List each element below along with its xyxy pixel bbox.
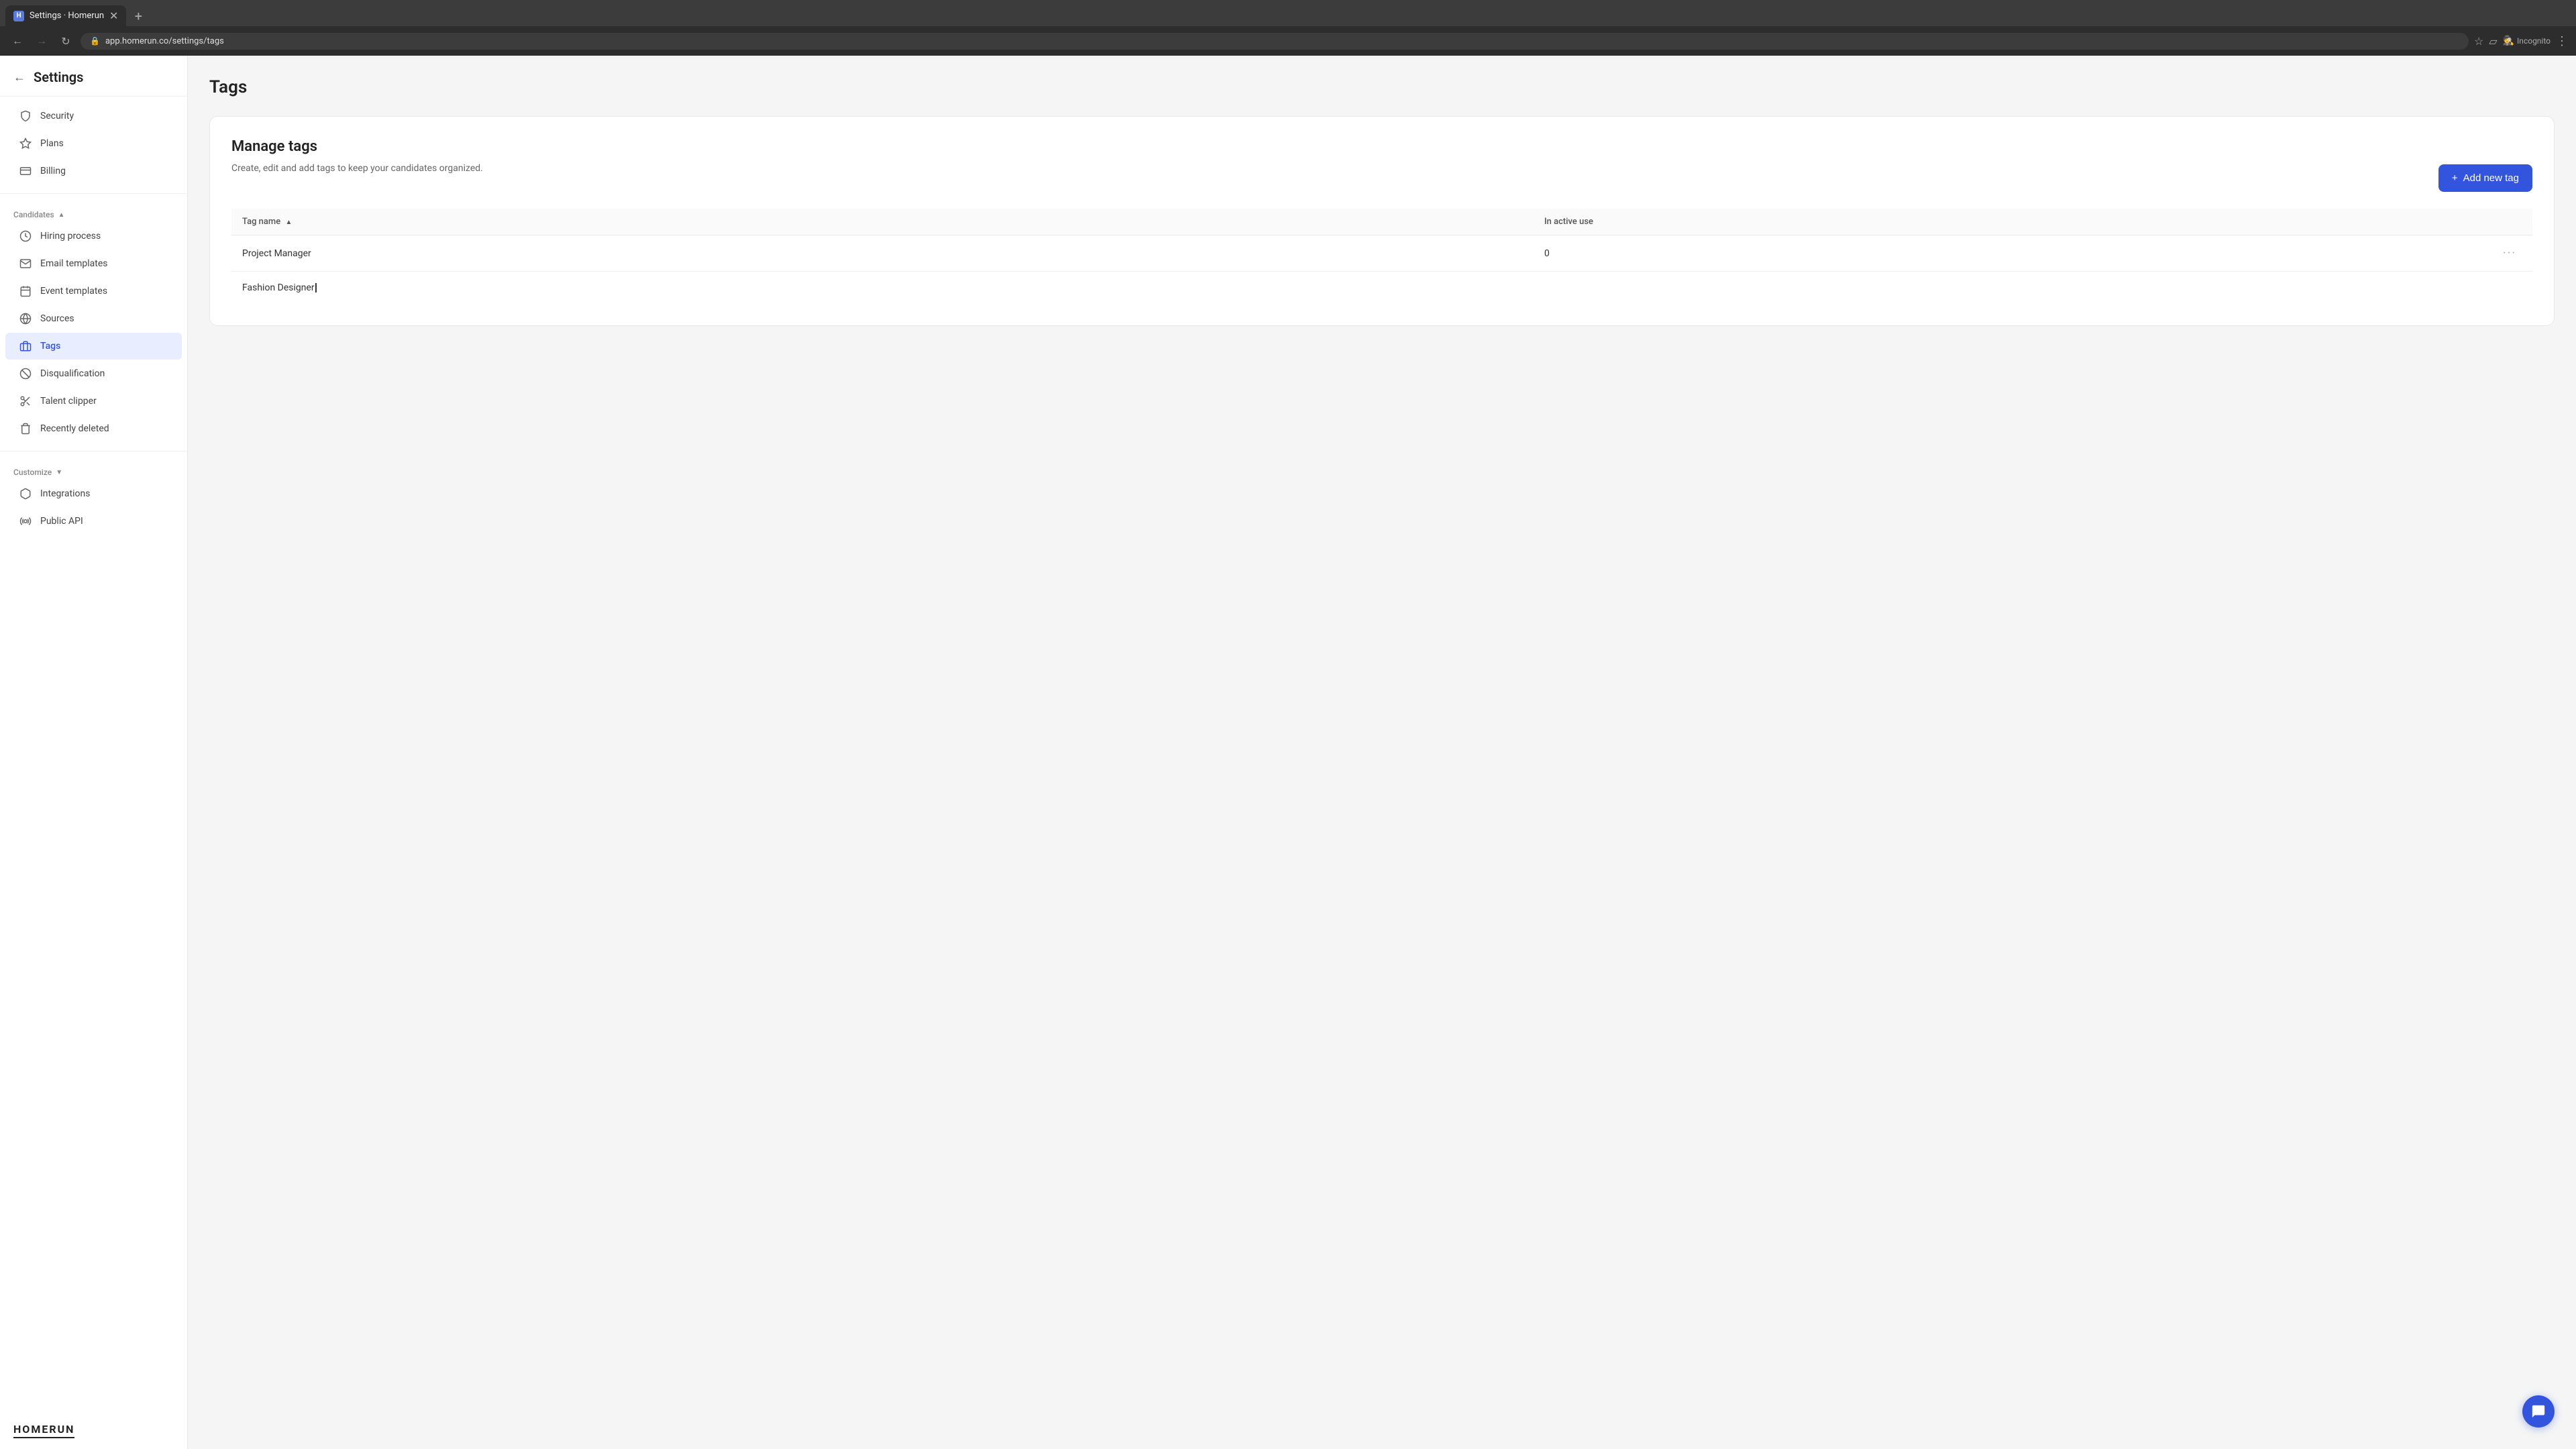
browser-tabs: H Settings · Homerun ✕ + bbox=[0, 0, 2576, 26]
candidates-section: Candidates ▲ Hiring process Email templa… bbox=[0, 197, 187, 448]
sidebar-item-event-templates[interactable]: Event templates bbox=[5, 278, 182, 305]
add-new-tag-button[interactable]: + Add new tag bbox=[2438, 164, 2532, 192]
table-row: Fashion Designer bbox=[231, 272, 2532, 305]
sidebar-item-label: Disqualification bbox=[40, 368, 105, 379]
tags-icon bbox=[19, 339, 32, 353]
add-icon: + bbox=[2452, 172, 2458, 184]
page-title: Tags bbox=[209, 77, 2555, 97]
browser-toolbar: ← → ↻ 🔒 app.homerun.co/settings/tags ☆ ▱… bbox=[0, 26, 2576, 56]
browser-chrome: H Settings · Homerun ✕ + ← → ↻ 🔒 app.hom… bbox=[0, 0, 2576, 56]
tab-favicon: H bbox=[13, 11, 24, 21]
card-description: Create, edit and add tags to keep your c… bbox=[231, 163, 483, 174]
row-actions-button[interactable]: ··· bbox=[2503, 246, 2516, 260]
disqualification-icon bbox=[19, 367, 32, 380]
hiring-process-icon bbox=[19, 229, 32, 243]
in-active-use-column-header: In active use bbox=[1534, 209, 2492, 235]
sidebar-item-label: Public API bbox=[40, 516, 83, 527]
sidebar-header: ← Settings bbox=[0, 56, 187, 97]
sidebar-item-label: Talent clipper bbox=[40, 396, 97, 407]
shield-icon bbox=[19, 109, 32, 123]
customize-section-label: Customize ▼ bbox=[0, 460, 187, 480]
table-body: Project Manager 0 ··· Fashion Designer bbox=[231, 235, 2532, 305]
sidebar-item-email-templates[interactable]: Email templates bbox=[5, 250, 182, 277]
forward-nav-button[interactable]: → bbox=[32, 32, 51, 50]
active-tab[interactable]: H Settings · Homerun ✕ bbox=[5, 5, 126, 26]
plans-icon bbox=[19, 137, 32, 150]
top-section: Security Plans Billing bbox=[0, 97, 187, 191]
table-row: Project Manager 0 ··· bbox=[231, 235, 2532, 272]
sidebar-item-hiring-process[interactable]: Hiring process bbox=[5, 223, 182, 250]
in-active-use-cell bbox=[1534, 272, 2492, 305]
sidebar-item-integrations[interactable]: Integrations bbox=[5, 480, 182, 507]
sidebar-logo: HOMERUN bbox=[0, 1412, 187, 1449]
sidebar-item-security[interactable]: Security bbox=[5, 103, 182, 129]
address-bar[interactable]: 🔒 app.homerun.co/settings/tags bbox=[80, 33, 2469, 50]
sidebar-item-label: Sources bbox=[40, 313, 74, 324]
tags-table: Tag name ▲ In active use Project Manager… bbox=[231, 209, 2532, 304]
reload-button[interactable]: ↻ bbox=[56, 32, 75, 50]
sidebar-item-tags[interactable]: Tags bbox=[5, 333, 182, 360]
incognito-icon: 🕵 bbox=[2503, 36, 2514, 46]
billing-icon bbox=[19, 164, 32, 178]
table-header: Tag name ▲ In active use bbox=[231, 209, 2532, 235]
sidebar-item-sources[interactable]: Sources bbox=[5, 305, 182, 332]
sidebar-item-billing[interactable]: Billing bbox=[5, 158, 182, 184]
integrations-icon bbox=[19, 487, 32, 500]
tab-title: Settings · Homerun bbox=[30, 11, 104, 21]
tag-name-column-header[interactable]: Tag name ▲ bbox=[231, 209, 1534, 235]
row-actions-cell: ··· bbox=[2492, 235, 2532, 272]
sidebar-item-public-api[interactable]: Public API bbox=[5, 508, 182, 535]
sidebar-divider-1 bbox=[0, 193, 187, 194]
card-header-row: Create, edit and add tags to keep your c… bbox=[231, 163, 2532, 193]
sidebar-title: Settings bbox=[34, 69, 83, 85]
bookmark-icon[interactable]: ☆ bbox=[2474, 35, 2483, 48]
sidebar-item-label: Event templates bbox=[40, 286, 107, 297]
sidebar-item-label: Recently deleted bbox=[40, 423, 109, 434]
email-templates-icon bbox=[19, 257, 32, 270]
event-templates-icon bbox=[19, 284, 32, 298]
new-tab-button[interactable]: + bbox=[129, 7, 148, 25]
candidates-chevron-icon: ▲ bbox=[58, 211, 65, 219]
in-active-use-cell: 0 bbox=[1534, 235, 2492, 272]
tag-name-cell: Project Manager bbox=[231, 235, 1534, 272]
sources-icon bbox=[19, 312, 32, 325]
card-title: Manage tags bbox=[231, 138, 2532, 155]
homerun-logo: HOMERUN bbox=[13, 1423, 74, 1438]
tags-card: Manage tags Create, edit and add tags to… bbox=[209, 116, 2555, 326]
back-nav-button[interactable]: ← bbox=[8, 32, 27, 50]
sidebar-item-talent-clipper[interactable]: Talent clipper bbox=[5, 388, 182, 415]
sidebar-item-label: Billing bbox=[40, 166, 66, 176]
sidebar-item-label: Hiring process bbox=[40, 231, 101, 241]
customize-section: Customize ▼ Integrations Public API bbox=[0, 454, 187, 541]
sidebar-item-disqualification[interactable]: Disqualification bbox=[5, 360, 182, 387]
menu-icon[interactable]: ⋮ bbox=[2556, 34, 2568, 48]
talent-clipper-icon bbox=[19, 394, 32, 408]
chat-button[interactable] bbox=[2522, 1395, 2555, 1428]
tag-name-cell: Fashion Designer bbox=[231, 272, 1534, 305]
incognito-badge: 🕵 Incognito bbox=[2503, 36, 2551, 46]
sidebar-toggle-icon[interactable]: ▱ bbox=[2489, 35, 2497, 48]
sort-asc-icon: ▲ bbox=[285, 219, 292, 226]
tab-close-button[interactable]: ✕ bbox=[109, 9, 118, 22]
recently-deleted-icon bbox=[19, 422, 32, 435]
settings-back-button[interactable]: ← bbox=[13, 70, 25, 85]
sidebar-item-plans[interactable]: Plans bbox=[5, 130, 182, 157]
sidebar-item-label: Plans bbox=[40, 138, 64, 149]
sidebar-item-label: Tags bbox=[40, 341, 60, 352]
sidebar-item-recently-deleted[interactable]: Recently deleted bbox=[5, 415, 182, 442]
url-display: app.homerun.co/settings/tags bbox=[105, 36, 224, 46]
public-api-icon bbox=[19, 515, 32, 528]
actions-column-header bbox=[2492, 209, 2532, 235]
main-content: Tags Manage tags Create, edit and add ta… bbox=[188, 56, 2576, 1449]
app: ← Settings Security Plans Bill bbox=[0, 56, 2576, 1449]
toolbar-right: ☆ ▱ 🕵 Incognito ⋮ bbox=[2474, 34, 2568, 48]
row-actions-cell bbox=[2492, 272, 2532, 305]
sidebar-item-label: Email templates bbox=[40, 258, 108, 269]
sidebar: ← Settings Security Plans Bill bbox=[0, 56, 188, 1449]
sidebar-item-label: Security bbox=[40, 111, 74, 121]
sidebar-item-label: Integrations bbox=[40, 488, 90, 499]
customize-chevron-icon: ▼ bbox=[56, 469, 62, 476]
candidates-section-label: Candidates ▲ bbox=[0, 202, 187, 222]
